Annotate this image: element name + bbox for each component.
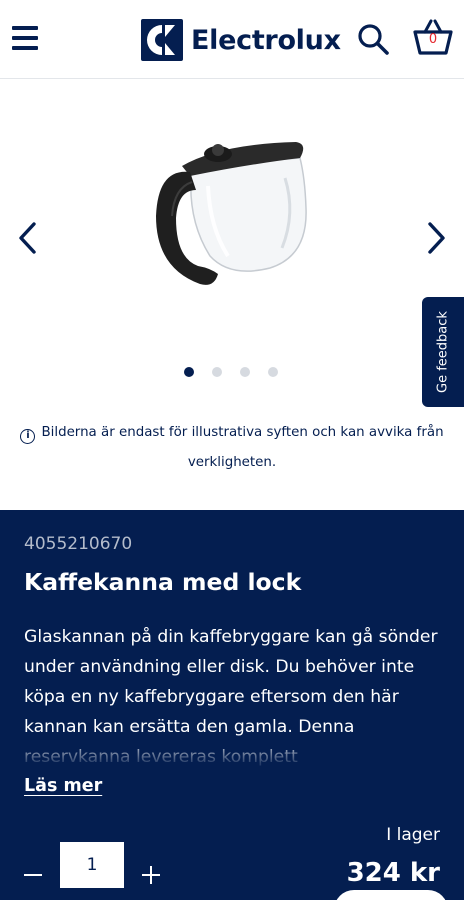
- product-price: 324 kr: [346, 858, 440, 888]
- stock-status: I lager: [386, 825, 440, 845]
- product-sku: 4055210670: [24, 534, 133, 554]
- info-icon: i: [20, 429, 36, 444]
- product-image-gallery: i Bilderna är endast för illustrativa syf…: [0, 80, 464, 500]
- feedback-tab[interactable]: Ge feedback: [422, 297, 464, 407]
- site-header: Electrolux 0: [0, 0, 464, 79]
- add-to-cart-button[interactable]: [334, 890, 448, 900]
- coffee-carafe-image: [156, 142, 307, 285]
- cart-button[interactable]: 0: [412, 18, 454, 58]
- product-info-panel: 4055210670 Kaffekanna med lock Glaskanna…: [0, 510, 464, 900]
- previous-image-chevron-left-icon[interactable]: [16, 220, 40, 256]
- product-title: Kaffekanna med lock: [24, 568, 302, 596]
- electrolux-logo-mark: [141, 19, 183, 61]
- gallery-dot-4[interactable]: [268, 367, 278, 377]
- gallery-pagination-dots: [184, 367, 278, 377]
- gallery-dot-1[interactable]: [184, 367, 194, 377]
- next-image-chevron-right-icon[interactable]: [424, 220, 448, 256]
- increase-quantity-plus-icon[interactable]: [140, 864, 162, 886]
- image-disclaimer: i Bilderna är endast för illustrativa syf…: [20, 418, 444, 478]
- feedback-label: Ge feedback: [435, 311, 451, 393]
- hamburger-menu-icon[interactable]: [12, 26, 38, 54]
- decrease-quantity-minus-icon[interactable]: [22, 864, 44, 886]
- gallery-dot-3[interactable]: [240, 367, 250, 377]
- cart-count-badge: 0: [428, 32, 438, 47]
- read-more-link[interactable]: Läs mer: [24, 776, 102, 796]
- brand-name: Electrolux: [191, 24, 341, 56]
- quantity-input[interactable]: [60, 842, 124, 888]
- search-icon[interactable]: [356, 22, 390, 56]
- description-fade-overlay: [0, 735, 464, 775]
- gallery-dot-2[interactable]: [212, 367, 222, 377]
- disclaimer-text: Bilderna är endast för illustrativa syft…: [41, 425, 444, 470]
- electrolux-logo[interactable]: Electrolux: [141, 19, 341, 61]
